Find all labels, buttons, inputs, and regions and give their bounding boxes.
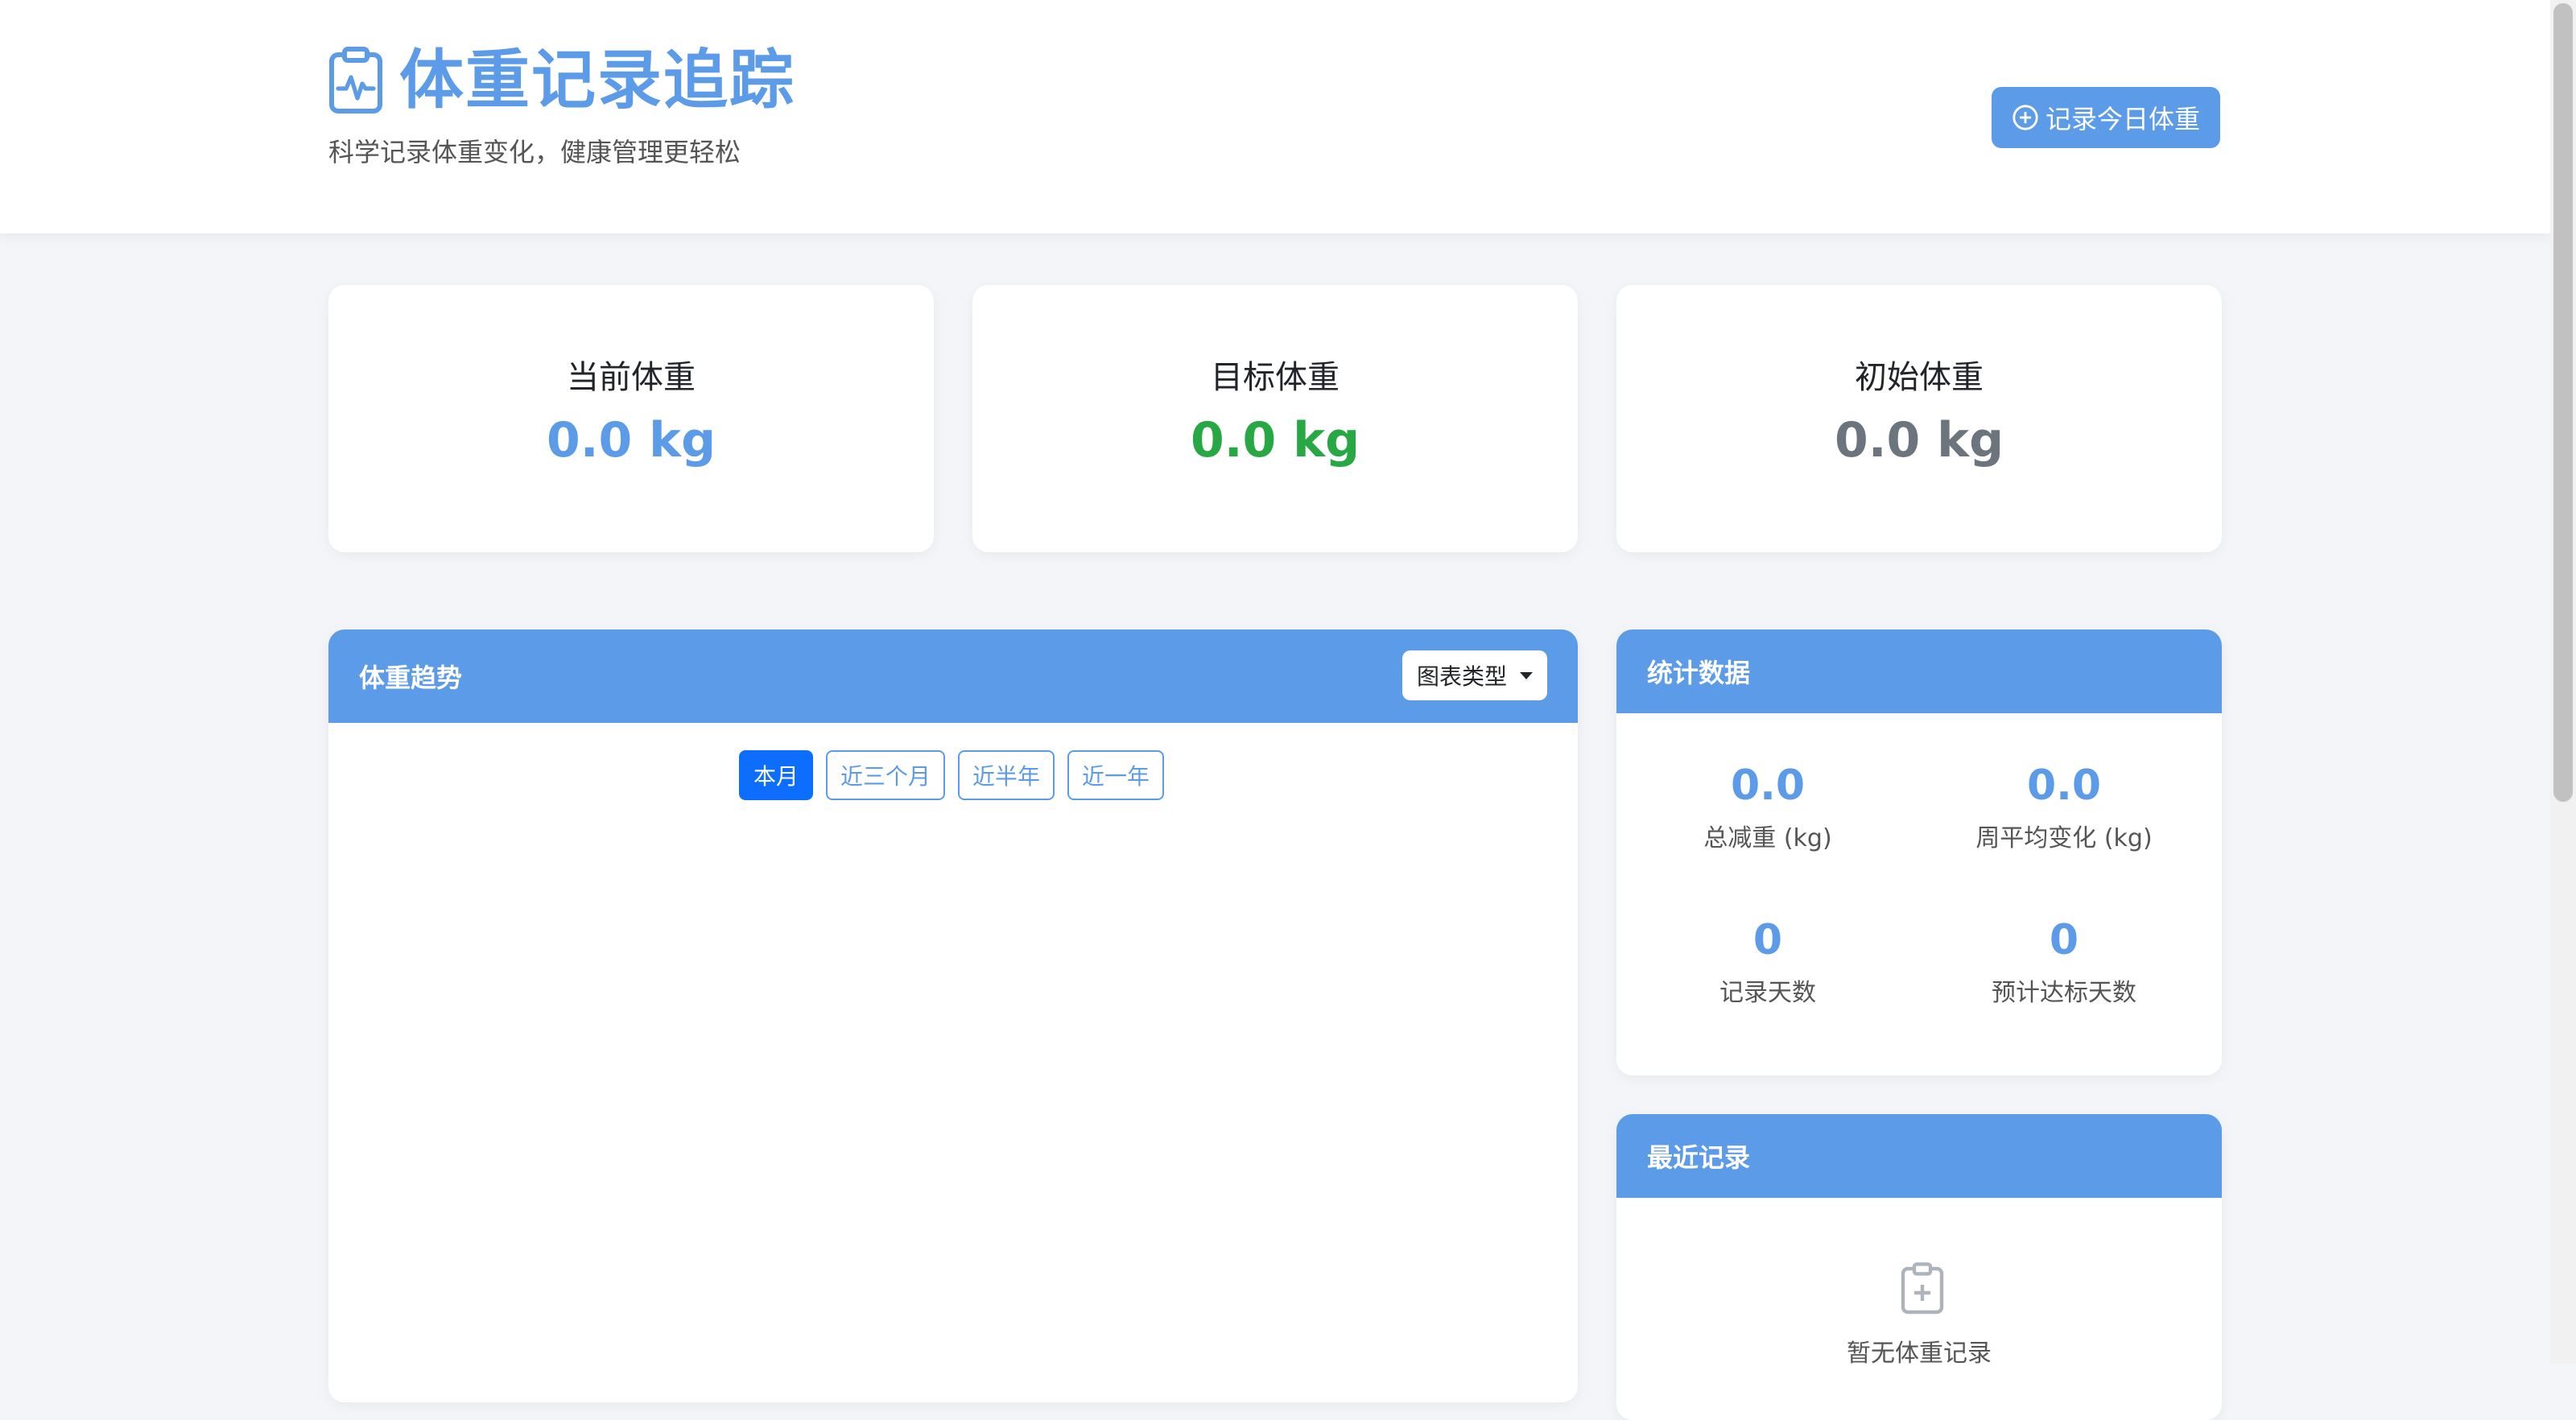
range-this-month-button[interactable]: 本月 [739, 750, 813, 800]
brand: 体重记录追踪 [328, 42, 795, 119]
empty-records-text: 暂无体重记录 [1847, 1340, 1992, 1368]
stat-weekly-change: 0.0 周平均变化 (kg) [1913, 762, 2215, 853]
range-one-year-button[interactable]: 近一年 [1067, 750, 1164, 800]
statistics-grid: 0.0 总减重 (kg) 0.0 周平均变化 (kg) 0 记录天数 0 预计达… [1616, 713, 2222, 1019]
weight-trend-header: 体重趋势 图表类型 [328, 630, 1578, 723]
caret-down-icon [1520, 671, 1533, 679]
statistics-panel: 统计数据 0.0 总减重 (kg) 0.0 周平均变化 (kg) 0 记录天数 … [1616, 630, 2222, 1075]
page-scrollbar[interactable] [2550, 0, 2576, 1364]
record-today-weight-button[interactable]: 记录今日体重 [1992, 87, 2220, 148]
initial-weight-label: 初始体重 [1855, 359, 1984, 396]
target-weight-card: 目标体重 0.0 kg [972, 285, 1578, 552]
stat-total-loss: 0.0 总减重 (kg) [1616, 762, 1919, 853]
record-button-label: 记录今日体重 [2045, 105, 2200, 134]
initial-weight-value: 0.0 kg [1834, 412, 2004, 469]
current-weight-label: 当前体重 [567, 359, 696, 396]
initial-weight-card: 初始体重 0.0 kg [1616, 285, 2222, 552]
recent-records-header: 最近记录 [1616, 1114, 2222, 1198]
weight-trend-panel: 体重趋势 图表类型 [328, 630, 1578, 1402]
target-weight-label: 目标体重 [1211, 359, 1340, 396]
page-subtitle: 科学记录体重变化，健康管理更轻松 [328, 137, 741, 167]
range-half-year-button[interactable]: 近半年 [958, 750, 1055, 800]
clipboard-plus-icon [1901, 1262, 1944, 1315]
target-weight-value: 0.0 kg [1190, 412, 1360, 469]
clipboard-pulse-icon [329, 47, 382, 114]
stat-record-days: 0 记录天数 [1616, 916, 1919, 1008]
chart-type-label: 图表类型 [1416, 663, 1507, 690]
stat-record-days-value: 0 [1752, 916, 1783, 964]
weight-trend-title: 体重趋势 [359, 663, 463, 693]
recent-records-panel: 最近记录 暂无体重记录 [1616, 1114, 2222, 1420]
stat-total-loss-caption: 总减重 (kg) [1703, 824, 1832, 852]
stat-total-loss-value: 0.0 [1730, 762, 1806, 810]
page-header: 体重记录追踪 科学记录体重变化，健康管理更轻松 记录今日体重 [0, 0, 2550, 233]
current-weight-value: 0.0 kg [546, 412, 716, 469]
stat-estimated-days: 0 预计达标天数 [1913, 916, 2215, 1008]
page-title: 体重记录追踪 [399, 43, 795, 118]
range-three-months-button[interactable]: 近三个月 [826, 750, 945, 800]
stat-weekly-change-caption: 周平均变化 (kg) [1975, 824, 2153, 852]
stat-estimated-days-value: 0 [2049, 916, 2079, 964]
statistics-header: 统计数据 [1616, 630, 2222, 713]
recent-records-title: 最近记录 [1647, 1142, 1751, 1173]
stat-weekly-change-value: 0.0 [2026, 762, 2102, 810]
chart-type-dropdown[interactable]: 图表类型 [1402, 650, 1547, 700]
stat-record-days-caption: 记录天数 [1719, 979, 1816, 1007]
statistics-title: 统计数据 [1647, 658, 1751, 688]
range-selector: 本月 近三个月 近半年 近一年 [739, 750, 1164, 800]
current-weight-card: 当前体重 0.0 kg [328, 285, 934, 552]
stat-estimated-days-caption: 预计达标天数 [1992, 979, 2136, 1007]
scrollbar-thumb[interactable] [2553, 3, 2573, 802]
plus-circle-icon [2013, 105, 2038, 130]
